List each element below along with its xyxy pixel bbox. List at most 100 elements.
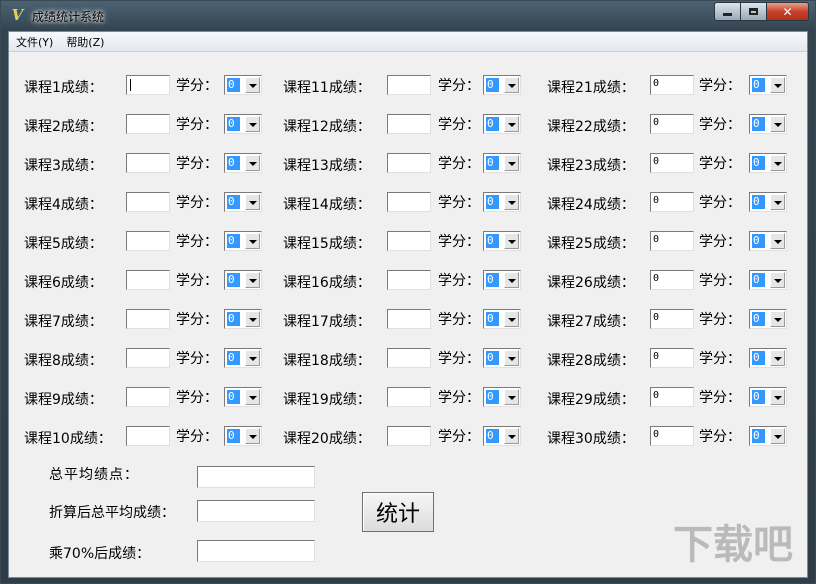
credit-combobox[interactable]: 0 bbox=[483, 309, 521, 329]
credit-combobox[interactable]: 0 bbox=[483, 231, 521, 251]
course-score-input[interactable] bbox=[387, 387, 431, 407]
dropdown-arrow-icon[interactable] bbox=[245, 194, 260, 210]
dropdown-arrow-icon[interactable] bbox=[770, 311, 785, 327]
credit-combobox[interactable]: 0 bbox=[224, 231, 262, 251]
dropdown-arrow-icon[interactable] bbox=[504, 350, 519, 366]
credit-combobox[interactable]: 0 bbox=[224, 270, 262, 290]
credit-combobox[interactable]: 0 bbox=[749, 153, 787, 173]
course-score-input[interactable] bbox=[126, 114, 170, 134]
course-score-input[interactable] bbox=[387, 192, 431, 212]
course-score-input[interactable] bbox=[126, 75, 170, 95]
course-score-input[interactable] bbox=[126, 387, 170, 407]
credit-combobox[interactable]: 0 bbox=[749, 114, 787, 134]
course-score-input[interactable]: 0 bbox=[650, 153, 694, 173]
dropdown-arrow-icon[interactable] bbox=[245, 350, 260, 366]
credit-combobox[interactable]: 0 bbox=[749, 387, 787, 407]
dropdown-arrow-icon[interactable] bbox=[770, 428, 785, 444]
course-score-input[interactable]: 0 bbox=[650, 75, 694, 95]
stat-button[interactable]: 统计 bbox=[362, 492, 434, 532]
dropdown-arrow-icon[interactable] bbox=[770, 389, 785, 405]
credit-combobox[interactable]: 0 bbox=[749, 75, 787, 95]
dropdown-arrow-icon[interactable] bbox=[504, 233, 519, 249]
dropdown-arrow-icon[interactable] bbox=[770, 116, 785, 132]
credit-combobox[interactable]: 0 bbox=[749, 231, 787, 251]
credit-combobox[interactable]: 0 bbox=[483, 153, 521, 173]
dropdown-arrow-icon[interactable] bbox=[504, 428, 519, 444]
dropdown-arrow-icon[interactable] bbox=[770, 77, 785, 93]
menu-file[interactable]: 文件(Y) bbox=[9, 32, 59, 51]
times70-field[interactable] bbox=[197, 540, 315, 562]
credit-combobox[interactable]: 0 bbox=[224, 192, 262, 212]
close-button[interactable]: ✕ bbox=[766, 2, 809, 21]
dropdown-arrow-icon[interactable] bbox=[770, 233, 785, 249]
course-score-input[interactable] bbox=[126, 348, 170, 368]
course-score-input[interactable]: 0 bbox=[650, 387, 694, 407]
course-score-input[interactable]: 0 bbox=[650, 114, 694, 134]
course-score-input[interactable]: 0 bbox=[650, 426, 694, 446]
credit-combobox[interactable]: 0 bbox=[224, 75, 262, 95]
dropdown-arrow-icon[interactable] bbox=[504, 116, 519, 132]
dropdown-arrow-icon[interactable] bbox=[245, 428, 260, 444]
dropdown-arrow-icon[interactable] bbox=[504, 194, 519, 210]
course-score-input[interactable]: 0 bbox=[650, 270, 694, 290]
dropdown-arrow-icon[interactable] bbox=[504, 77, 519, 93]
course-score-input[interactable] bbox=[387, 426, 431, 446]
course-score-input[interactable] bbox=[387, 348, 431, 368]
course-score-input[interactable] bbox=[126, 192, 170, 212]
dropdown-arrow-icon[interactable] bbox=[504, 155, 519, 171]
course-score-input[interactable] bbox=[387, 153, 431, 173]
dropdown-arrow-icon[interactable] bbox=[504, 272, 519, 288]
credit-combobox[interactable]: 0 bbox=[483, 192, 521, 212]
course-score-input[interactable]: 0 bbox=[650, 309, 694, 329]
menu-help[interactable]: 帮助(Z) bbox=[59, 32, 110, 51]
dropdown-arrow-icon[interactable] bbox=[504, 311, 519, 327]
course-score-input[interactable] bbox=[126, 309, 170, 329]
course-score-input[interactable] bbox=[126, 270, 170, 290]
credit-combobox[interactable]: 0 bbox=[224, 387, 262, 407]
course-score-input[interactable] bbox=[387, 75, 431, 95]
dropdown-arrow-icon[interactable] bbox=[245, 233, 260, 249]
course-score-input[interactable] bbox=[387, 114, 431, 134]
credit-combobox[interactable]: 0 bbox=[749, 192, 787, 212]
dropdown-arrow-icon[interactable] bbox=[770, 350, 785, 366]
course-score-input[interactable] bbox=[387, 309, 431, 329]
course-score-input[interactable] bbox=[126, 426, 170, 446]
dropdown-arrow-icon[interactable] bbox=[245, 77, 260, 93]
credit-combobox[interactable]: 0 bbox=[749, 270, 787, 290]
maximize-button[interactable] bbox=[740, 2, 766, 21]
credit-combobox[interactable]: 0 bbox=[483, 387, 521, 407]
credit-combobox[interactable]: 0 bbox=[224, 153, 262, 173]
course-score-input[interactable] bbox=[387, 231, 431, 251]
dropdown-arrow-icon[interactable] bbox=[770, 194, 785, 210]
credit-combobox[interactable]: 0 bbox=[483, 114, 521, 134]
dropdown-arrow-icon[interactable] bbox=[504, 389, 519, 405]
course-score-input[interactable]: 0 bbox=[650, 348, 694, 368]
course-score-input[interactable] bbox=[126, 153, 170, 173]
gpa-field[interactable] bbox=[197, 466, 315, 488]
credit-combobox[interactable]: 0 bbox=[224, 348, 262, 368]
dropdown-arrow-icon[interactable] bbox=[770, 272, 785, 288]
course-score-input[interactable] bbox=[126, 231, 170, 251]
dropdown-arrow-icon[interactable] bbox=[245, 116, 260, 132]
course-score-input[interactable] bbox=[387, 270, 431, 290]
credit-combobox[interactable]: 0 bbox=[483, 426, 521, 446]
dropdown-arrow-icon[interactable] bbox=[245, 389, 260, 405]
weighted-avg-field[interactable] bbox=[197, 500, 315, 522]
credit-combobox[interactable]: 0 bbox=[749, 348, 787, 368]
dropdown-arrow-icon[interactable] bbox=[770, 155, 785, 171]
credit-combobox[interactable]: 0 bbox=[483, 75, 521, 95]
title-bar[interactable]: V 成绩统计系统 ✕ bbox=[1, 1, 815, 31]
credit-combobox[interactable]: 0 bbox=[749, 426, 787, 446]
dropdown-arrow-icon[interactable] bbox=[245, 311, 260, 327]
credit-combobox[interactable]: 0 bbox=[224, 426, 262, 446]
course-score-input[interactable]: 0 bbox=[650, 231, 694, 251]
dropdown-arrow-icon[interactable] bbox=[245, 272, 260, 288]
minimize-button[interactable] bbox=[714, 2, 740, 21]
dropdown-arrow-icon[interactable] bbox=[245, 155, 260, 171]
course-score-input[interactable]: 0 bbox=[650, 192, 694, 212]
credit-combobox[interactable]: 0 bbox=[483, 348, 521, 368]
credit-combobox[interactable]: 0 bbox=[749, 309, 787, 329]
credit-combobox[interactable]: 0 bbox=[224, 309, 262, 329]
credit-combobox[interactable]: 0 bbox=[483, 270, 521, 290]
credit-combobox[interactable]: 0 bbox=[224, 114, 262, 134]
